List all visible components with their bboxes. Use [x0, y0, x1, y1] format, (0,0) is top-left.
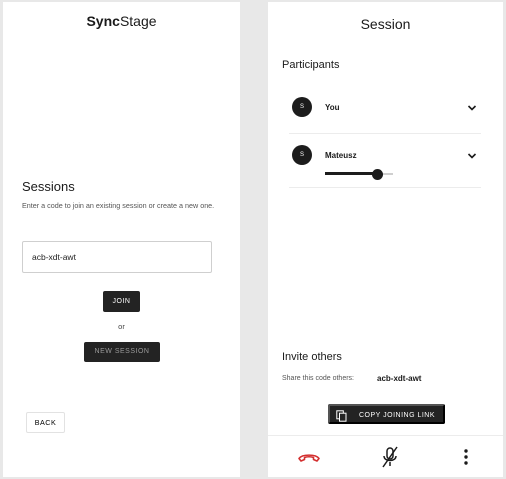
more-vert-icon[interactable]: [454, 446, 478, 468]
call-controls-bar: [268, 435, 503, 477]
back-button[interactable]: BACK: [26, 412, 65, 433]
avatar: S: [292, 97, 312, 117]
chevron-down-icon[interactable]: [467, 152, 477, 160]
participants-heading: Participants: [282, 59, 340, 71]
session-screen: Session Participants S You S Mateusz Inv…: [268, 2, 503, 477]
session-code-input[interactable]: [22, 241, 212, 273]
invite-code: acb-xdt-awt: [377, 374, 422, 383]
participant-name: Mateusz: [325, 151, 357, 160]
volume-slider[interactable]: [325, 169, 393, 180]
copy-icon: [336, 410, 347, 422]
slider-fill: [325, 172, 377, 175]
invite-label: Share this code others:: [282, 375, 354, 382]
sessions-heading: Sessions: [22, 179, 75, 194]
mic-off-icon[interactable]: [378, 446, 402, 468]
hang-up-icon[interactable]: [297, 446, 321, 468]
sessions-description: Enter a code to join an existing session…: [22, 201, 215, 210]
participant-name: You: [325, 103, 340, 112]
avatar: S: [292, 145, 312, 165]
chevron-down-icon[interactable]: [467, 104, 477, 112]
invite-heading: Invite others: [282, 351, 342, 363]
participant-row[interactable]: S You: [289, 84, 481, 134]
join-session-screen: SyncStage Sessions Enter a code to join …: [3, 2, 240, 477]
or-separator: or: [118, 322, 125, 331]
session-title: Session: [360, 16, 411, 32]
new-session-button[interactable]: NEW SESSION: [84, 342, 160, 362]
slider-thumb[interactable]: [371, 169, 383, 180]
copy-joining-link-button[interactable]: COPY JOINING LINK: [328, 404, 445, 424]
join-button[interactable]: JOIN: [103, 291, 140, 312]
app-title: SyncStage: [86, 13, 157, 29]
copy-button-label: COPY JOINING LINK: [358, 412, 436, 419]
participant-row[interactable]: S Mateusz: [289, 134, 481, 188]
